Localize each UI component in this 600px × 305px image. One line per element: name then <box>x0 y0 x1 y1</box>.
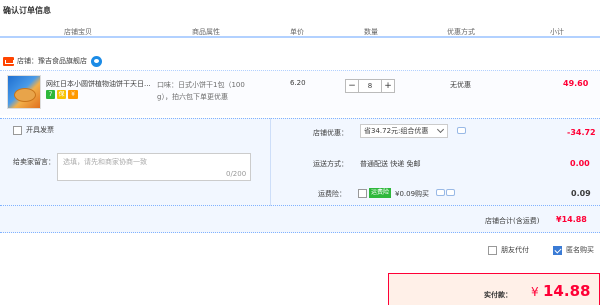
message-label: 给卖家留言： <box>13 158 55 166</box>
shop-row: 店铺： 豫吉食品旗舰店 <box>3 55 102 67</box>
shop-discount-label: 店铺优惠： <box>313 129 348 137</box>
insurance-price: ¥0.09购买 <box>395 190 430 198</box>
credit-card-icon[interactable]: ¥ <box>68 90 78 99</box>
help-icon[interactable] <box>436 189 445 196</box>
page-title: 确认订单信息 <box>3 6 51 15</box>
shipping-label: 运送方式： <box>313 160 348 168</box>
shop-discount-amount: -34.72 <box>567 128 596 137</box>
shipping-method: 普通配送 快递 免邮 <box>360 160 421 168</box>
message-char-count: 0/200 <box>226 170 247 178</box>
friend-pay-label: 朋友代付 <box>501 246 529 254</box>
insurance-amount: 0.09 <box>571 189 591 198</box>
qty-decrease-button[interactable]: − <box>345 79 359 93</box>
col-quantity: 数量 <box>364 28 378 36</box>
shop-icon <box>3 56 14 66</box>
unit-price: 6.20 <box>290 79 306 87</box>
col-discount: 优惠方式 <box>447 28 475 36</box>
col-shop-item: 店铺宝贝 <box>64 28 92 36</box>
shop-name-link[interactable]: 豫吉食品旗舰店 <box>38 56 87 66</box>
shop-discount-select[interactable]: 省34.72元:组合优惠 <box>360 124 448 138</box>
wangwang-chat-icon[interactable] <box>91 55 102 67</box>
shop-total-label: 店铺合计(含运费) <box>485 217 540 225</box>
anonymous-checkbox[interactable] <box>553 245 562 255</box>
options-divider <box>270 118 271 206</box>
order-item-row <box>0 70 600 115</box>
friend-pay-option[interactable]: 朋友代付 <box>488 245 529 255</box>
shop-label: 店铺： <box>17 57 38 65</box>
column-header: 店铺宝贝 商品属性 单价 数量 优惠方式 小计 <box>0 21 600 38</box>
anonymous-buy-option[interactable]: 匿名购买 <box>553 245 594 255</box>
attr-line-1: 口味：日式小饼干1包（100 <box>157 81 245 89</box>
qty-increase-button[interactable]: + <box>381 79 395 93</box>
anonymous-label: 匿名购买 <box>566 246 594 254</box>
item-subtotal: 49.60 <box>563 79 589 88</box>
pay-currency: ¥ <box>531 285 539 299</box>
invoice-label: 开具发票 <box>26 126 54 134</box>
service-icons: 7 保 ¥ <box>46 90 78 99</box>
col-subtotal: 小计 <box>550 28 564 36</box>
shop-discount-value: 省34.72元:组合优惠 <box>364 127 429 135</box>
product-name-link[interactable]: 网红日本小圆饼植物油饼干天日... <box>46 79 154 89</box>
comment-icon[interactable] <box>457 127 466 134</box>
col-price: 单价 <box>290 28 304 36</box>
shipping-fee: 0.00 <box>570 159 590 168</box>
item-discount: 无优惠 <box>450 81 471 89</box>
message-placeholder: 选填，请先和商家协商一致 <box>63 158 147 166</box>
pay-amount: 14.88 <box>543 282 591 300</box>
chevron-down-icon <box>436 125 445 134</box>
invoice-checkbox[interactable] <box>13 125 22 135</box>
invoice-option[interactable]: 开具发票 <box>13 125 54 135</box>
pay-label: 实付款： <box>484 291 512 299</box>
insurance-label: 运费险： <box>318 190 346 198</box>
product-attributes: 口味：日式小饼干1包（100 g），拍六包下单更优惠 <box>157 79 253 103</box>
insurance-option[interactable] <box>358 189 367 200</box>
guarantee-icon[interactable]: 保 <box>57 90 66 99</box>
col-attributes: 商品属性 <box>192 28 220 36</box>
attr-line-2: g），拍六包下单更优惠 <box>157 93 228 101</box>
insurance-checkbox[interactable] <box>358 189 367 198</box>
shop-total-amount: ¥14.88 <box>556 215 587 224</box>
seven-day-return-icon[interactable]: 7 <box>46 90 55 99</box>
insurance-tag: 运费险 <box>369 188 392 198</box>
comment-icon[interactable] <box>446 189 455 196</box>
friend-pay-checkbox[interactable] <box>488 245 497 255</box>
product-thumbnail[interactable] <box>7 75 41 109</box>
quantity-stepper: − 8 + <box>345 79 395 93</box>
qty-input[interactable]: 8 <box>359 79 381 93</box>
